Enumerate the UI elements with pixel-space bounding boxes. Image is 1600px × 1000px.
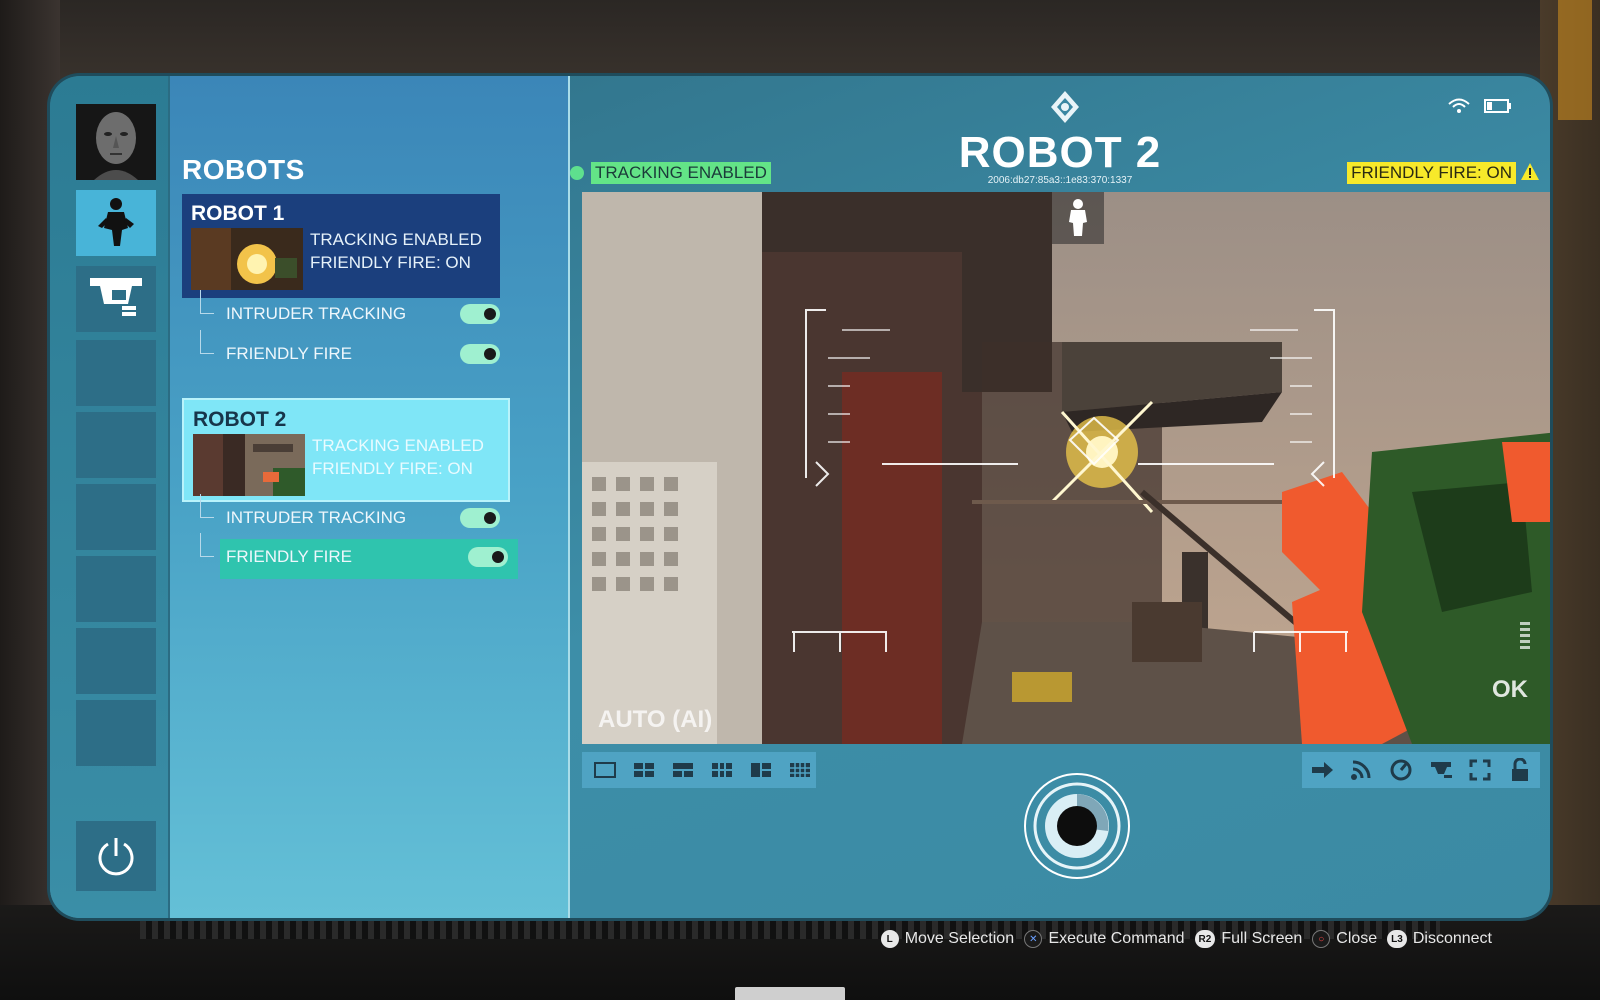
power-button[interactable] bbox=[76, 821, 156, 891]
robot-indicator-icon bbox=[1052, 192, 1104, 244]
robot-1-friendly-fire-option[interactable]: FRIENDLY FIRE bbox=[200, 330, 500, 370]
grid-3-view-icon[interactable] bbox=[668, 760, 697, 780]
environment-bottom bbox=[0, 905, 1600, 1000]
circle-button-icon: ○ bbox=[1312, 930, 1331, 948]
robot-commands-toolbar bbox=[1302, 752, 1540, 788]
battery-icon bbox=[1484, 99, 1511, 113]
tracking-indicator-dot bbox=[570, 166, 584, 180]
option-label: FRIENDLY FIRE bbox=[226, 344, 352, 363]
friendly-fire-status: FRIENDLY FIRE: ON bbox=[310, 253, 471, 272]
robot-icon bbox=[98, 198, 134, 246]
hint-label: Disconnect bbox=[1412, 930, 1492, 947]
hint-label: Execute Command bbox=[1048, 930, 1185, 947]
warning-icon bbox=[1521, 163, 1539, 180]
robot-camera-view: ROBOT 2 2006:db27:85a3::1e83:370:1337 TR… bbox=[570, 76, 1550, 918]
empty-slot[interactable] bbox=[76, 484, 156, 550]
hint-close: ○ Close bbox=[1312, 930, 1377, 948]
option-label: INTRUDER TRACKING bbox=[226, 508, 407, 527]
grid-5-view-icon[interactable] bbox=[746, 760, 775, 780]
single-view-icon[interactable] bbox=[590, 760, 619, 780]
hint-disconnect: L3 Disconnect bbox=[1387, 930, 1492, 948]
movement-joystick[interactable] bbox=[1022, 771, 1132, 881]
intruder-tracking-toggle[interactable] bbox=[460, 508, 500, 528]
camera-feed: AUTO (AI) OK bbox=[582, 192, 1550, 744]
move-arrow-icon[interactable] bbox=[1307, 757, 1337, 783]
r2-button-icon: R2 bbox=[1194, 930, 1216, 948]
hint-label: Move Selection bbox=[904, 930, 1015, 947]
turret-category-tab[interactable] bbox=[76, 266, 156, 332]
empty-slot[interactable] bbox=[76, 340, 156, 406]
friendly-fire-toggle[interactable] bbox=[460, 344, 500, 364]
robot-category-tab[interactable] bbox=[76, 190, 156, 256]
grid-2-view-icon[interactable] bbox=[629, 760, 658, 780]
tracking-status: TRACKING ENABLED bbox=[312, 436, 484, 455]
robot-camera-thumbnail bbox=[193, 434, 305, 496]
intruder-tracking-toggle[interactable] bbox=[460, 304, 500, 324]
robot-2-friendly-fire-option[interactable]: FRIENDLY FIRE bbox=[200, 533, 518, 579]
empty-slot[interactable] bbox=[76, 700, 156, 766]
robot-name: ROBOT 1 bbox=[191, 202, 285, 225]
turret-icon bbox=[90, 278, 142, 316]
icon-rail bbox=[50, 76, 168, 918]
robot-card-2[interactable]: ROBOT 2 TRACKING ENABLED FRIENDLY FIRE: … bbox=[182, 398, 510, 502]
turret-command-icon[interactable] bbox=[1426, 757, 1456, 783]
robot-control-tablet: ROBOTS ROBOT 1 TRACKING ENABLED FRIENDLY… bbox=[50, 76, 1550, 918]
cross-button-icon: ✕ bbox=[1024, 930, 1043, 948]
hint-move-selection: L Move Selection bbox=[880, 930, 1015, 948]
hint-execute-command: ✕ Execute Command bbox=[1024, 930, 1185, 948]
robot-name: ROBOT 2 bbox=[193, 408, 287, 431]
wifi-icon bbox=[1448, 98, 1470, 113]
l-stick-button-icon: L bbox=[880, 930, 899, 948]
view-layout-toolbar bbox=[582, 752, 816, 788]
robot-2-intruder-tracking-option[interactable]: INTRUDER TRACKING bbox=[200, 494, 500, 534]
grid-4-view-icon[interactable] bbox=[707, 760, 736, 780]
robot-camera-thumbnail bbox=[191, 228, 303, 290]
option-label: INTRUDER TRACKING bbox=[226, 304, 407, 323]
ammo-feed-status: OK bbox=[1492, 676, 1528, 703]
tracking-status: TRACKING ENABLED bbox=[310, 230, 482, 249]
hint-label: Close bbox=[1336, 930, 1378, 947]
robots-list-panel: ROBOTS ROBOT 1 TRACKING ENABLED FRIENDLY… bbox=[168, 76, 570, 918]
logo bbox=[1048, 90, 1082, 124]
empty-slot[interactable] bbox=[76, 628, 156, 694]
option-label: FRIENDLY FIRE bbox=[226, 547, 352, 566]
tracking-status-badge: TRACKING ENABLED bbox=[591, 162, 771, 184]
empty-slot[interactable] bbox=[76, 412, 156, 478]
control-mode-label: AUTO (AI) bbox=[598, 706, 713, 733]
fullscreen-icon[interactable] bbox=[1465, 757, 1495, 783]
empty-slot[interactable] bbox=[76, 556, 156, 622]
l3-button-icon: L3 bbox=[1387, 930, 1407, 948]
friendly-fire-toggle[interactable] bbox=[468, 547, 508, 567]
robot-card-1[interactable]: ROBOT 1 TRACKING ENABLED FRIENDLY FIRE: … bbox=[182, 194, 500, 298]
avatar bbox=[76, 104, 156, 180]
hint-label: Full Screen bbox=[1221, 930, 1303, 947]
robot-1-intruder-tracking-option[interactable]: INTRUDER TRACKING bbox=[200, 290, 500, 330]
radar-icon[interactable] bbox=[1386, 757, 1416, 783]
friendly-fire-badge: FRIENDLY FIRE: ON bbox=[1347, 162, 1516, 184]
unlock-icon[interactable] bbox=[1505, 757, 1535, 783]
friendly-fire-status: FRIENDLY FIRE: ON bbox=[312, 459, 473, 478]
panel-heading: ROBOTS bbox=[182, 154, 305, 185]
controller-hints-bar: L Move Selection ✕ Execute Command R2 Fu… bbox=[877, 930, 1492, 948]
power-icon bbox=[98, 838, 134, 876]
grid-9-view-icon[interactable] bbox=[785, 760, 814, 780]
hint-full-screen: R2 Full Screen bbox=[1194, 930, 1303, 948]
signal-icon[interactable] bbox=[1346, 757, 1376, 783]
